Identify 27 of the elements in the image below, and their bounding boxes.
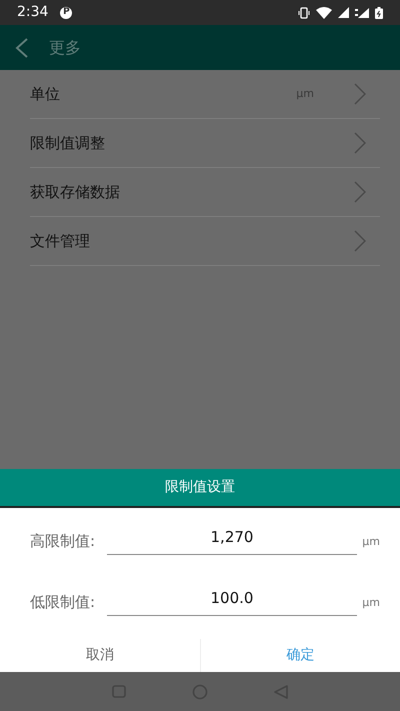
vibrate-icon	[298, 6, 310, 18]
unit-label: μm	[362, 534, 380, 550]
chevron-icon	[354, 230, 366, 252]
chevron-icon	[354, 181, 366, 203]
menu-item[interactable]: 获取存储数据	[30, 168, 380, 217]
field-label: 低限制值:	[30, 592, 96, 613]
battery-icon	[375, 6, 383, 18]
recents-icon[interactable]	[112, 685, 126, 698]
header-title: 更多	[49, 36, 81, 58]
chevron-icon	[354, 132, 366, 154]
input-field[interactable]: 1,270	[107, 520, 357, 555]
status-time: 2:34	[17, 3, 48, 22]
back-icon[interactable]	[274, 684, 288, 698]
field-label: 高限制值:	[30, 531, 96, 552]
menu-item[interactable]: 限制值调整	[30, 119, 380, 168]
wifi-icon	[316, 6, 332, 18]
menu-item[interactable]: 文件管理	[30, 217, 380, 266]
signal-icon	[338, 7, 349, 18]
dialog-title: 限制值设置	[165, 478, 235, 497]
signal-icon	[355, 7, 369, 18]
chevron-icon	[354, 83, 366, 105]
notification-icon: P	[60, 6, 72, 18]
input-field[interactable]: 100.0	[107, 581, 357, 616]
unit-label: μm	[362, 595, 380, 611]
back-icon	[15, 38, 29, 58]
cancel-button[interactable]: 取消	[0, 639, 200, 672]
home-icon[interactable]	[192, 684, 208, 700]
